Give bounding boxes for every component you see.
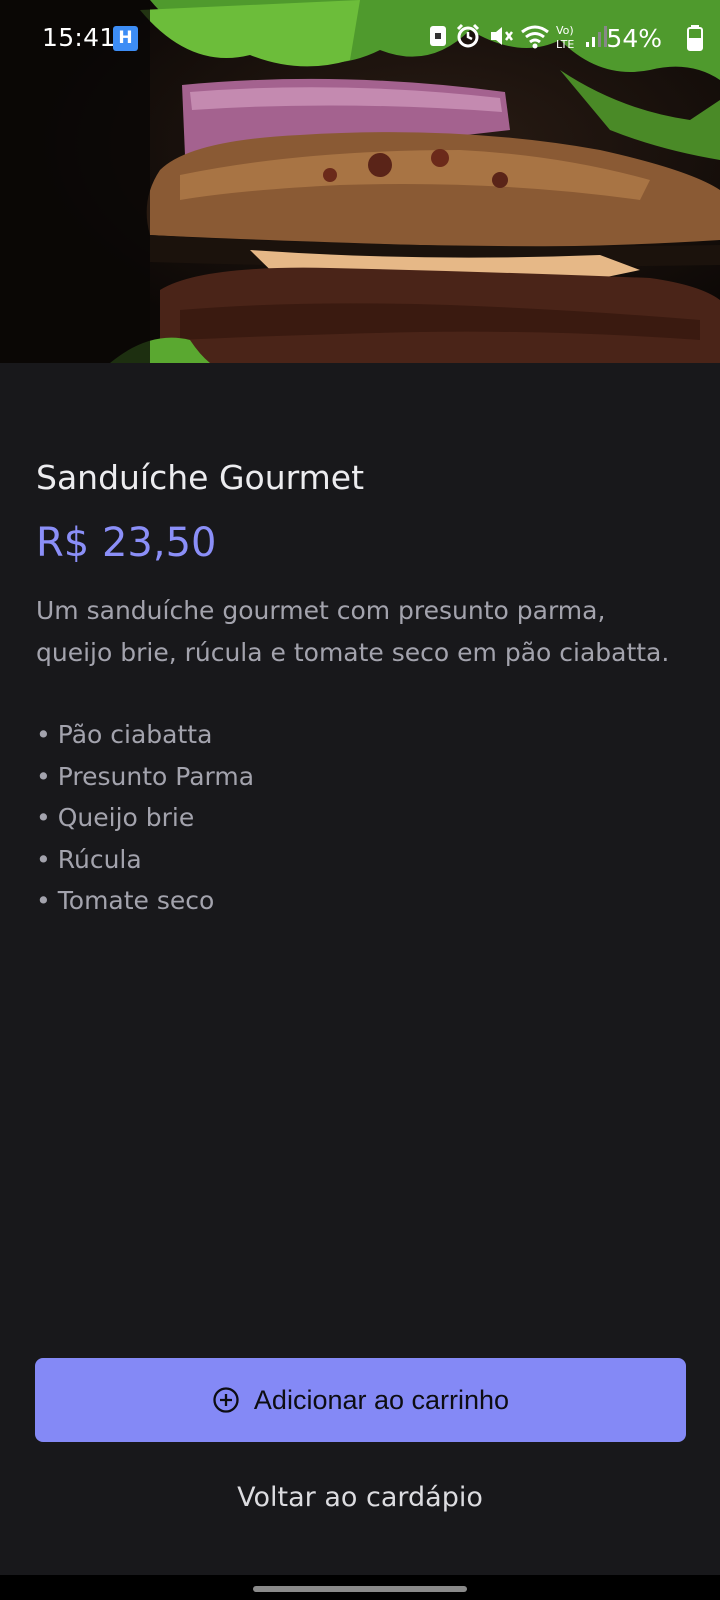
status-bar: 15:41 H Vo) LTE 54% — [0, 0, 720, 78]
status-icons: Vo) LTE — [420, 22, 720, 54]
ingredient-item: • Pão ciabatta — [36, 720, 213, 749]
product-description: Um sanduíche gourmet com presunto parma,… — [36, 596, 670, 667]
back-to-menu-link[interactable]: Voltar ao cardápio — [0, 1482, 720, 1513]
alarm-icon — [456, 23, 480, 48]
ingredient-item: • Presunto Parma — [36, 761, 255, 791]
add-to-cart-button[interactable]: Adicionar ao carrinho — [35, 1358, 686, 1442]
volte-icon: Vo) LTE — [556, 24, 574, 51]
product-detail-screen: 15:41 H Vo) LTE 54% Sanduíche Gourmet R$… — [0, 0, 720, 1575]
battery-percent: 54% — [606, 24, 662, 53]
ingredient-item: • Tomate seco — [36, 886, 215, 915]
plus-circle-icon — [213, 1387, 239, 1413]
svg-text:LTE: LTE — [556, 38, 574, 51]
wifi-icon — [521, 25, 549, 49]
ingredient-item: • Rúcula — [36, 844, 142, 874]
gesture-home-bar[interactable] — [253, 1586, 467, 1592]
notification-icon — [430, 26, 446, 46]
mute-icon — [491, 27, 513, 45]
app-notification-icon: H — [113, 26, 138, 51]
add-to-cart-label: Adicionar ao carrinho — [253, 1384, 510, 1415]
product-price: R$ 23,50 — [36, 520, 217, 566]
battery-icon — [687, 25, 703, 51]
product-title: Sanduíche Gourmet — [36, 458, 365, 497]
svg-text:Vo): Vo) — [556, 24, 574, 37]
signal-icon — [586, 26, 607, 47]
ingredient-item: • Queijo brie — [36, 803, 195, 832]
ingredient-list: • Pão ciabatta • Presunto Parma • Queijo br… — [36, 714, 254, 922]
status-time: 15:41 — [42, 23, 116, 52]
